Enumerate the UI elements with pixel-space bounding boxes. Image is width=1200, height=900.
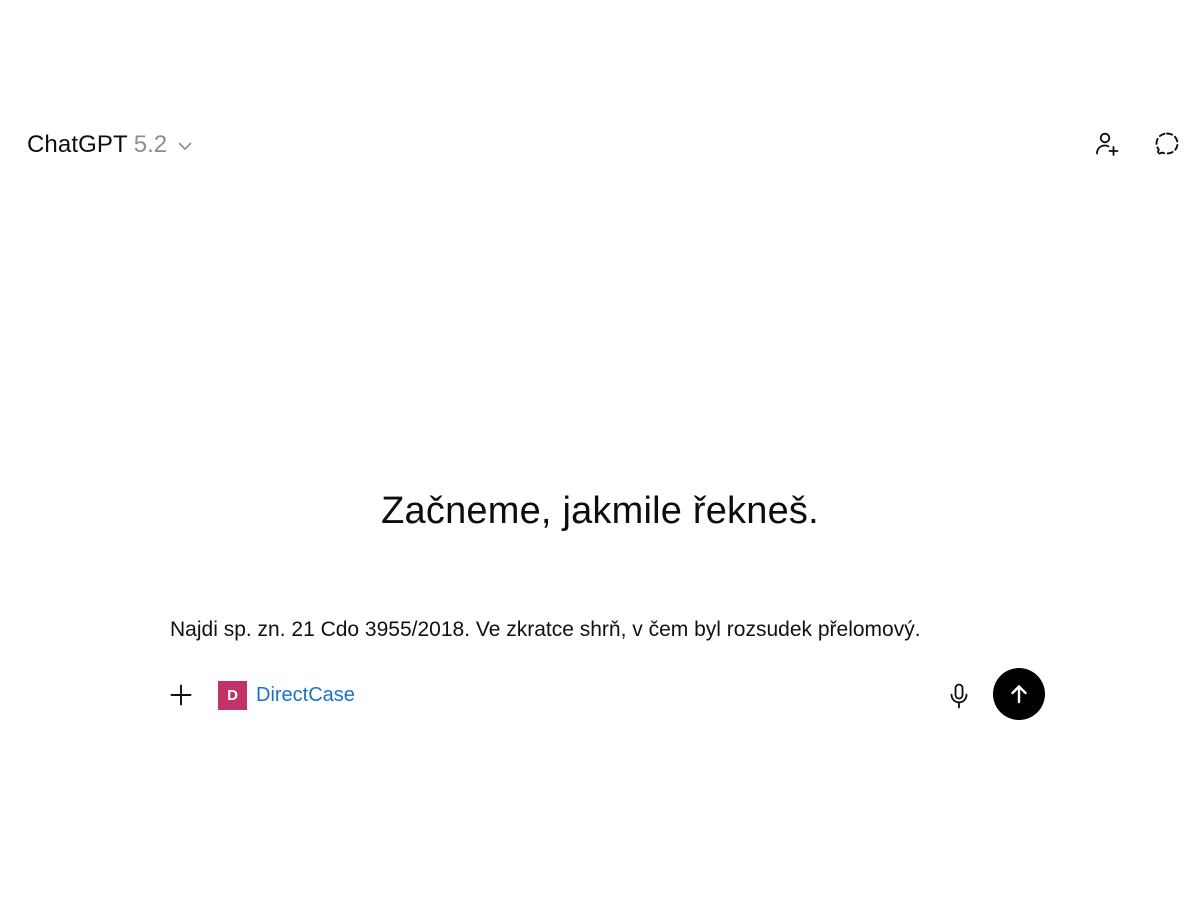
model-version: 5.2 — [133, 131, 168, 158]
chat-page: ChatGPT 5.2 Začneme, jakmile řekneš. Naj… — [0, 0, 1200, 900]
composer: Najdi sp. zn. 21 Cdo 3955/2018. Ve zkrat… — [140, 588, 1060, 734]
prompt-input[interactable]: Najdi sp. zn. 21 Cdo 3955/2018. Ve zkrat… — [170, 618, 921, 642]
temporary-chat-icon — [1153, 130, 1181, 158]
dictate-button[interactable] — [946, 681, 972, 711]
model-name: ChatGPT — [27, 131, 128, 158]
model-switcher[interactable]: ChatGPT 5.2 — [27, 129, 194, 161]
chevron-down-icon — [176, 137, 194, 155]
directcase-connector-chip[interactable]: D DirectCase — [218, 681, 355, 710]
add-attachment-button[interactable] — [168, 682, 194, 708]
header-actions — [1092, 127, 1182, 161]
connector-label: DirectCase — [256, 684, 355, 706]
microphone-icon — [947, 682, 971, 710]
greeting-heading: Začneme, jakmile řekneš. — [381, 490, 819, 532]
temporary-chat-button[interactable] — [1152, 127, 1182, 161]
arrow-up-icon — [1007, 682, 1031, 706]
add-person-icon — [1093, 130, 1121, 158]
directcase-logo: D — [218, 681, 247, 710]
send-button[interactable] — [993, 668, 1045, 720]
add-person-button[interactable] — [1092, 127, 1122, 161]
plus-icon — [169, 683, 193, 707]
